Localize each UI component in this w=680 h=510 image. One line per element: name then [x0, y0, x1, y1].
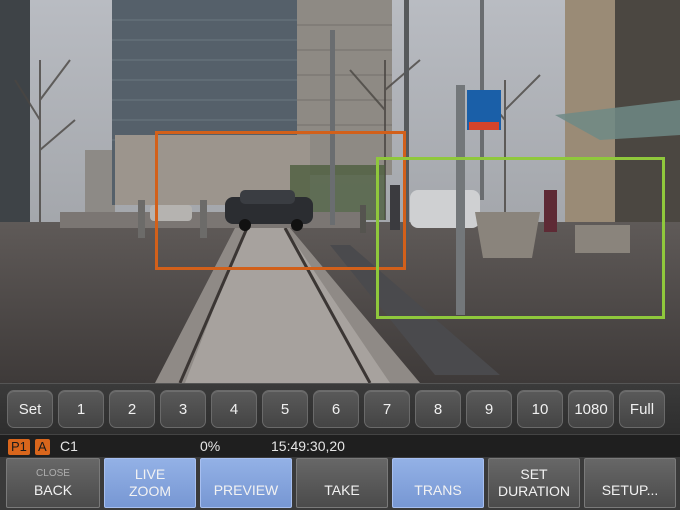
- camera-label: C1: [60, 438, 78, 454]
- preset-9-button[interactable]: 9: [466, 390, 512, 428]
- setup-label: SETUP...: [601, 481, 659, 498]
- preset-3-button[interactable]: 3: [160, 390, 206, 428]
- status-bar: P1 A C1 0% 15:49:30,20: [0, 434, 680, 457]
- setup-button[interactable]: SETUP...: [584, 458, 676, 508]
- preset-6-button[interactable]: 6: [313, 390, 359, 428]
- live-zoom-line2: ZOOM: [129, 483, 171, 499]
- take-label: TAKE: [324, 481, 360, 498]
- timecode: 15:49:30,20: [271, 438, 345, 454]
- back-button[interactable]: CLOSE BACK: [6, 458, 100, 508]
- trans-label: TRANS: [414, 481, 462, 498]
- preset-full-button[interactable]: Full: [619, 390, 665, 428]
- zoom-region-a[interactable]: [155, 131, 406, 270]
- set-duration-button[interactable]: SET DURATION: [488, 458, 580, 508]
- mode-badge: A: [35, 439, 50, 455]
- preset-bar: Set 1 2 3 4 5 6 7 8 9 10 1080 Full: [0, 383, 680, 434]
- preset-1-button[interactable]: 1: [58, 390, 104, 428]
- preset-10-button[interactable]: 10: [517, 390, 563, 428]
- preview-label: PREVIEW: [213, 481, 279, 498]
- live-zoom-button[interactable]: LIVE ZOOM: [104, 458, 196, 508]
- preset-1080-button[interactable]: 1080: [568, 390, 614, 428]
- preset-8-button[interactable]: 8: [415, 390, 461, 428]
- preset-7-button[interactable]: 7: [364, 390, 410, 428]
- preset-2-button[interactable]: 2: [109, 390, 155, 428]
- function-bar: CLOSE BACK LIVE ZOOM PREVIEW TAKE TRANS …: [0, 457, 680, 510]
- set-duration-line1: SET: [520, 466, 548, 482]
- back-label: BACK: [33, 481, 73, 498]
- back-sublabel: CLOSE: [36, 467, 70, 479]
- preset-badge: P1: [8, 439, 30, 455]
- camera-viewport[interactable]: [0, 0, 680, 383]
- trans-button[interactable]: TRANS: [392, 458, 484, 508]
- set-duration-line2: DURATION: [497, 483, 571, 499]
- take-button[interactable]: TAKE: [296, 458, 388, 508]
- preview-button[interactable]: PREVIEW: [200, 458, 292, 508]
- preset-4-button[interactable]: 4: [211, 390, 257, 428]
- preset-set-button[interactable]: Set: [7, 390, 53, 428]
- zoom-region-b[interactable]: [376, 157, 665, 319]
- live-zoom-line1: LIVE: [134, 466, 166, 482]
- progress-percent: 0%: [200, 438, 221, 454]
- preset-5-button[interactable]: 5: [262, 390, 308, 428]
